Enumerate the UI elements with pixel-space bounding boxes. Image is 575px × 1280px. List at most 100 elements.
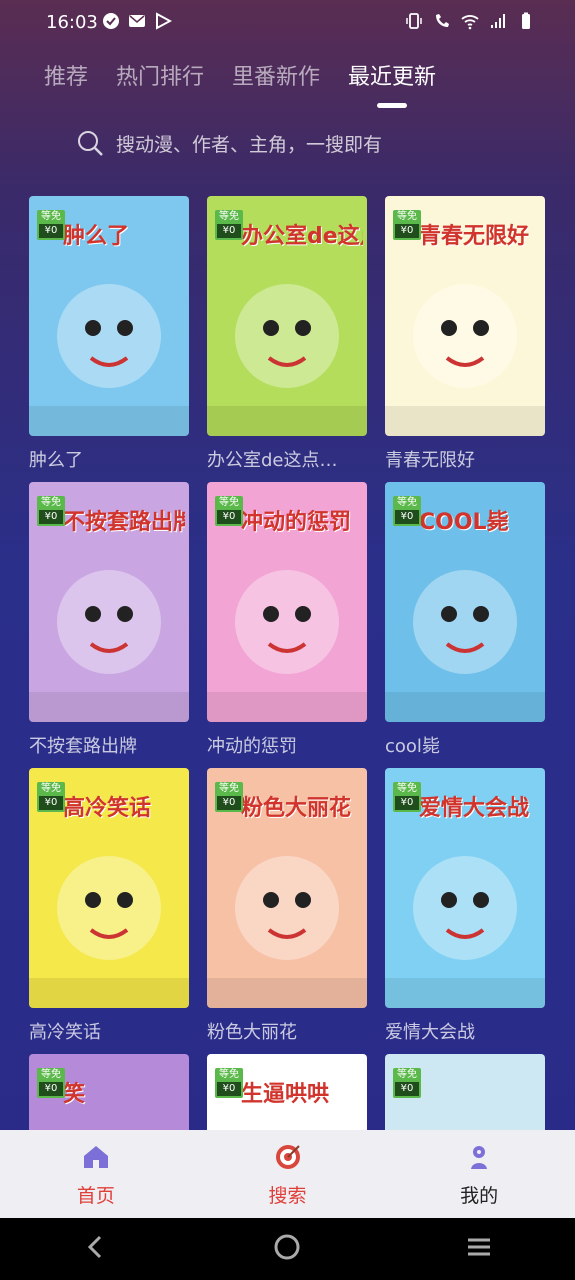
badge-price: ¥0 — [39, 510, 63, 524]
badge-wait-free: 等免 — [219, 1069, 239, 1080]
check-circle-icon — [102, 12, 120, 30]
search-bar[interactable] — [76, 118, 535, 172]
comic-card[interactable]: 粉色大丽花 等免 ¥0 粉色大丽花 — [207, 768, 367, 1054]
comic-card[interactable]: 青春无限好 等免 ¥0 青春无限好 — [385, 196, 545, 482]
status-bar: 16:03 — [0, 0, 575, 48]
person-icon — [463, 1141, 495, 1177]
free-badge: 等免 ¥0 — [393, 782, 421, 812]
comic-card[interactable]: COOL毙 等免 ¥0 cool毙 — [385, 482, 545, 768]
comic-title[interactable]: 青春无限好 — [385, 446, 545, 472]
free-badge: 等免 ¥0 — [215, 782, 243, 812]
comic-title[interactable]: 肿么了 — [29, 446, 189, 472]
badge-wait-free: 等免 — [397, 783, 417, 794]
comic-cover[interactable]: 笑等免 ¥0 — [29, 1054, 189, 1130]
system-nav-bar — [0, 1218, 575, 1280]
free-badge: 等免 ¥0 — [37, 496, 65, 526]
comic-cover[interactable]: 爱情大会战 等免 ¥0 — [385, 768, 545, 1008]
comic-card[interactable]: 爱情大会战 等免 ¥0 爱情大会战 — [385, 768, 545, 1054]
comic-card[interactable]: 肿么了 等免 ¥0 肿么了 — [29, 196, 189, 482]
vibrate-icon — [405, 12, 423, 30]
comic-card[interactable]: 等免 ¥0 — [385, 1054, 545, 1130]
comic-card[interactable]: 笑等免 ¥0 — [29, 1054, 189, 1130]
wifi-icon — [461, 12, 479, 30]
comic-cover-title: 青春无限好 — [419, 224, 530, 249]
comic-cover-title: 冲动的惩罚 — [241, 510, 352, 535]
comic-cover-title: 粉色大丽花 — [241, 796, 352, 821]
nav-home[interactable]: 首页 — [0, 1130, 192, 1218]
comic-title[interactable]: 粉色大丽花 — [207, 1018, 367, 1044]
free-badge: 等免 ¥0 — [393, 1068, 421, 1098]
signal-icon — [489, 12, 507, 30]
status-time: 16:03 — [46, 12, 98, 33]
comic-grid-viewport: 肿么了等免¥0肿么了办公室de这点事儿等免¥0办公室de这点…青春无限好等免¥0… — [0, 196, 575, 1130]
badge-price: ¥0 — [217, 796, 241, 810]
badge-price: ¥0 — [217, 1082, 241, 1096]
comic-cover-title: COOL毙 — [419, 510, 509, 535]
comic-card[interactable]: 办公室de这点事儿等免 ¥0 办公室de这点… — [207, 196, 367, 482]
category-tabs: 推荐 热门排行 里番新作 最近更新 — [44, 50, 575, 108]
tab-hot-ranking[interactable]: 热门排行 — [116, 58, 204, 98]
comic-cover[interactable]: 高冷笑话 等免 ¥0 — [29, 768, 189, 1008]
home-icon — [80, 1141, 112, 1177]
badge-price: ¥0 — [217, 510, 241, 524]
comic-title[interactable]: cool毙 — [385, 732, 545, 758]
nav-search[interactable]: 搜索 — [192, 1130, 384, 1218]
comic-cover[interactable]: 冲动的惩罚 等免 ¥0 — [207, 482, 367, 722]
comic-cover-title: 生逼哄哄 — [241, 1082, 330, 1107]
free-badge: 等免 ¥0 — [393, 496, 421, 526]
comic-cover[interactable]: 生逼哄哄 等免 ¥0 — [207, 1054, 367, 1130]
tab-indicator — [377, 103, 408, 108]
search-input[interactable] — [114, 133, 478, 157]
nav-search-label: 搜索 — [268, 1184, 307, 1207]
tab-recommend[interactable]: 推荐 — [44, 58, 88, 98]
comic-title[interactable]: 高冷笑话 — [29, 1018, 189, 1044]
home-circle-icon[interactable] — [272, 1232, 302, 1266]
comic-title[interactable]: 不按套路出牌 — [29, 732, 189, 758]
badge-wait-free: 等免 — [41, 211, 61, 222]
comic-title[interactable]: 爱情大会战 — [385, 1018, 545, 1044]
comic-cover[interactable]: 不按套路出牌 等免 ¥0 — [29, 482, 189, 722]
badge-wait-free: 等免 — [219, 783, 239, 794]
badge-price: ¥0 — [39, 1082, 63, 1096]
comic-cover-title: 笑 — [63, 1082, 86, 1107]
badge-wait-free: 等免 — [397, 1069, 417, 1080]
back-icon[interactable] — [81, 1232, 111, 1266]
badge-price: ¥0 — [395, 1082, 419, 1096]
badge-price: ¥0 — [395, 796, 419, 810]
wifi-call-icon — [433, 12, 451, 30]
comic-cover[interactable]: COOL毙 等免 ¥0 — [385, 482, 545, 722]
comic-cover[interactable]: 等免 ¥0 — [385, 1054, 545, 1130]
badge-wait-free: 等免 — [41, 1069, 61, 1080]
comic-card[interactable]: 冲动的惩罚 等免 ¥0 冲动的惩罚 — [207, 482, 367, 768]
badge-wait-free: 等免 — [41, 783, 61, 794]
comic-grid: 肿么了等免¥0肿么了办公室de这点事儿等免¥0办公室de这点…青春无限好等免¥0… — [29, 196, 549, 1130]
comic-cover-title: 办公室de这点事儿 — [241, 224, 363, 249]
comic-cover[interactable]: 青春无限好 等免 ¥0 — [385, 196, 545, 436]
comic-card[interactable]: 生逼哄哄 等免 ¥0 — [207, 1054, 367, 1130]
comic-cover-title: 高冷笑话 — [63, 796, 152, 821]
target-icon — [272, 1141, 304, 1177]
bottom-nav: 首页 搜索 我的 — [0, 1130, 575, 1218]
comic-title[interactable]: 办公室de这点… — [207, 446, 367, 472]
free-badge: 等免 ¥0 — [215, 1068, 243, 1098]
nav-me-label: 我的 — [460, 1184, 499, 1207]
search-icon[interactable] — [76, 129, 104, 161]
recents-icon[interactable] — [464, 1232, 494, 1266]
badge-price: ¥0 — [395, 224, 419, 238]
comic-card[interactable]: 高冷笑话 等免 ¥0 高冷笑话 — [29, 768, 189, 1054]
badge-wait-free: 等免 — [397, 497, 417, 508]
comic-cover[interactable]: 肿么了 等免 ¥0 — [29, 196, 189, 436]
free-badge: 等免 ¥0 — [393, 210, 421, 240]
tab-recent-update[interactable]: 最近更新 — [348, 58, 436, 108]
comic-cover[interactable]: 粉色大丽花 等免 ¥0 — [207, 768, 367, 1008]
tab-new-release[interactable]: 里番新作 — [232, 58, 320, 98]
badge-wait-free: 等免 — [41, 497, 61, 508]
badge-wait-free: 等免 — [397, 211, 417, 222]
comic-cover[interactable]: 办公室de这点事儿等免 ¥0 — [207, 196, 367, 436]
comic-title[interactable]: 冲动的惩罚 — [207, 732, 367, 758]
nav-me[interactable]: 我的 — [383, 1130, 575, 1218]
badge-price: ¥0 — [395, 510, 419, 524]
comic-cover-title: 不按套路出牌 — [63, 510, 185, 535]
badge-wait-free: 等免 — [219, 211, 239, 222]
comic-card[interactable]: 不按套路出牌 等免 ¥0 不按套路出牌 — [29, 482, 189, 768]
